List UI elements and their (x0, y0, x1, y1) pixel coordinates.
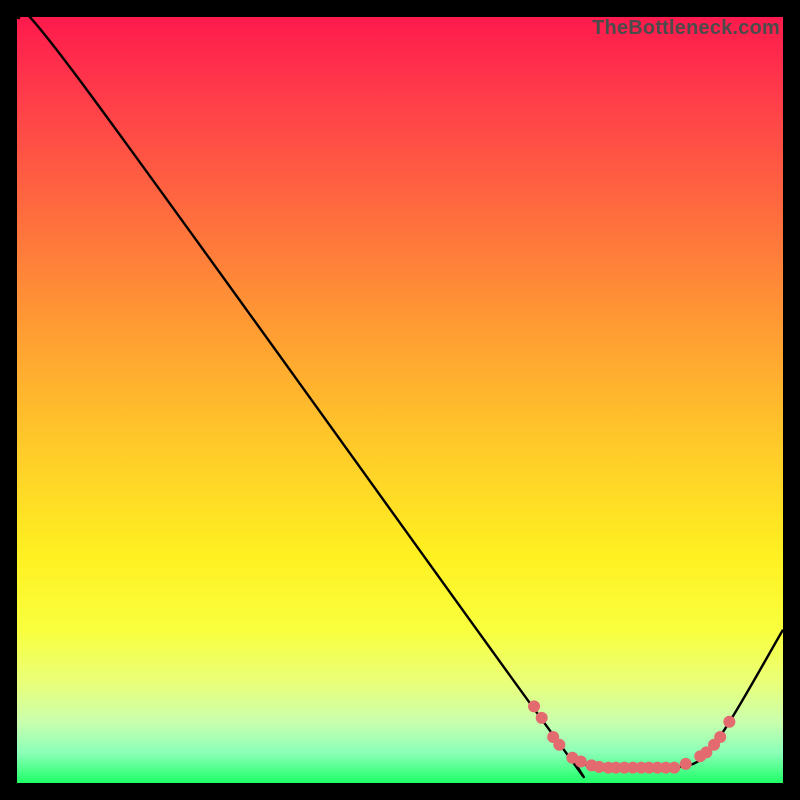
marker-point (536, 712, 548, 724)
curve-line (17, 17, 783, 777)
marker-point (714, 731, 726, 743)
marker-group (528, 700, 735, 773)
marker-point (680, 758, 692, 770)
marker-point (668, 762, 680, 774)
chart-area: TheBottleneck.com (17, 17, 783, 783)
chart-svg (17, 17, 783, 783)
marker-point (553, 739, 565, 751)
marker-point (528, 700, 540, 712)
marker-point (723, 716, 735, 728)
marker-point (575, 756, 587, 768)
